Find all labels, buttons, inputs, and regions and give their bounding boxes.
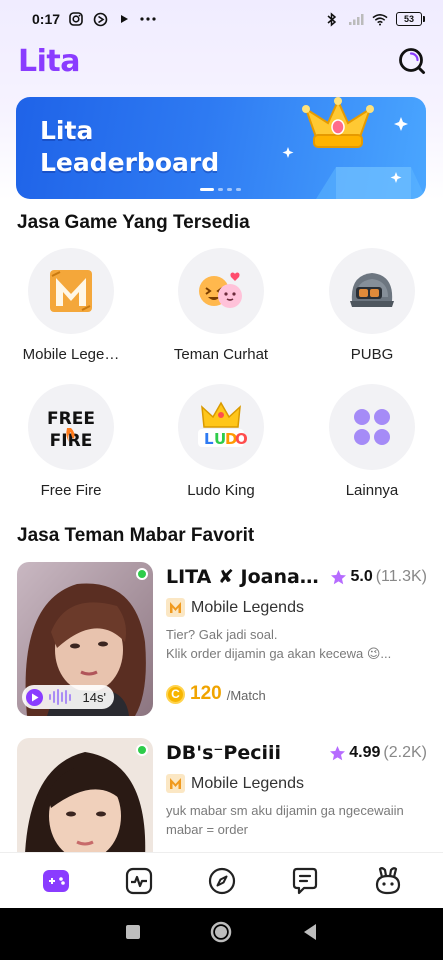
wifi-icon [372,11,388,27]
companion-price: C 120 /Match [166,683,266,705]
nav-activity[interactable] [109,856,169,906]
companion-game: Mobile Legends [166,774,304,793]
description-line: Tier? Gak jadi soal. [166,627,278,642]
companion-description: yuk mabar sm aku dijamin ga ngecewaiin m… [166,801,426,839]
status-time: 0:17 [32,11,61,27]
game-label: Lainnya [345,482,399,499]
play-icon [116,11,132,27]
companion-photo: 14s' [17,562,153,716]
profile-bunny-icon [375,866,400,894]
companion-game: Mobile Legends [166,598,304,617]
companion-rating: 4.99 (2.2K) [329,744,427,762]
voice-wave-icon [49,689,71,705]
game-item-ludo-king[interactable]: L U D O Ludo King [146,384,296,499]
companion-photo [17,738,153,852]
description-line: yuk mabar sm aku dijamin ga ngecewaiin [166,803,404,818]
companion-name: LITA ✘ Joana… [166,566,319,588]
banner-pagination [200,188,241,191]
crown-podium-illustration [282,97,426,199]
clover-grid-icon [354,409,390,445]
games-icon [42,869,69,892]
search-icon [399,48,425,74]
system-navigation-bar [0,908,443,960]
star-icon [330,745,346,760]
companion-rating: 5.0 (11.3K) [330,568,427,586]
online-indicator [136,744,148,756]
nav-games[interactable] [26,856,86,906]
nav-profile[interactable] [358,856,418,906]
companion-card[interactable]: 14s' LITA ✘ Joana… 5.0 (11.3K) Mobile Le… [17,562,427,718]
games-section-title: Jasa Game Yang Tersedia [17,212,250,233]
leaderboard-banner[interactable]: Lita Leaderboard [16,97,426,199]
mobile-legends-icon [50,270,92,312]
price-unit: /Match [226,688,266,703]
star-icon [331,569,347,584]
game-item-lainnya[interactable]: Lainnya [297,384,443,499]
nav-messages[interactable] [275,856,335,906]
instagram-icon [68,11,84,27]
game-label: Ludo King [187,482,255,499]
voice-intro-button[interactable]: 14s' [22,685,114,709]
companion-name: DB's⁻Peciii [166,742,282,764]
companion-card[interactable]: DB's⁻Peciii 4.99 (2.2K) Mobile Legends y… [17,738,427,852]
chat-icon [292,867,317,894]
compass-icon [208,867,235,894]
rating-count: (2.2K) [383,744,427,761]
svg-text:FIRE: FIRE [50,431,93,451]
game-name: Mobile Legends [191,774,304,792]
game-name: Mobile Legends [191,598,304,616]
bottom-navigation [0,852,443,908]
recents-icon[interactable] [125,924,141,945]
activity-icon [125,867,152,894]
banner-title-line1: Lita [40,116,94,145]
battery-icon: 53 [396,12,425,26]
game-label: PUBG [350,346,394,363]
home-icon[interactable] [210,921,232,948]
favorites-section-title: Jasa Teman Mabar Favorit [17,525,255,546]
game-label: Teman Curhat [173,346,269,363]
game-item-teman-curhat[interactable]: Teman Curhat [146,248,296,363]
svg-text:L: L [204,430,214,448]
helmet-icon [350,273,394,307]
mobile-legends-icon [166,774,185,793]
coin-icon: C [166,684,185,704]
signal-icon [348,11,364,27]
rating-score: 5.0 [350,568,373,585]
svg-text:FREE: FREE [47,409,95,429]
rating-count: (11.3K) [375,568,427,585]
game-label: Mobile Lege… [22,346,120,363]
game-item-mobile-legends[interactable]: Mobile Lege… [0,248,146,363]
game-item-pubg[interactable]: PUBG [297,248,443,363]
battery-level: 53 [396,12,422,26]
rating-score: 4.99 [349,744,381,761]
app-header: Lita [0,38,443,84]
banner-title: Lita Leaderboard [40,115,219,179]
free-fire-icon: FREE FIRE [47,409,95,451]
companion-description: Tier? Gak jadi soal. Klik order dijamin … [166,625,426,663]
voice-duration: 14s' [82,689,106,705]
online-indicator [136,568,148,580]
game-item-free-fire[interactable]: FREE FIRE Free Fire [0,384,146,499]
ludo-crown-icon: L U D O [198,401,248,448]
bluetooth-icon [324,11,340,27]
banner-title-line2: Leaderboard [40,148,220,177]
sync-icon [92,11,108,27]
mobile-legends-icon [166,598,185,617]
nav-explore[interactable] [192,856,252,906]
price-value: 120 [190,683,222,704]
description-line: mabar = order [166,822,249,837]
description-line: Klik order dijamin ga akan kecewa 😉... [166,646,392,661]
status-bar: 0:17 53 [0,0,443,38]
back-icon[interactable] [302,923,318,946]
svg-text:O: O [235,430,248,448]
game-label: Free Fire [40,482,102,499]
emoji-chat-icon [199,272,242,308]
search-button[interactable] [397,46,427,76]
play-icon [26,688,43,706]
more-dots-icon [140,11,156,27]
app-logo: Lita [18,43,80,79]
